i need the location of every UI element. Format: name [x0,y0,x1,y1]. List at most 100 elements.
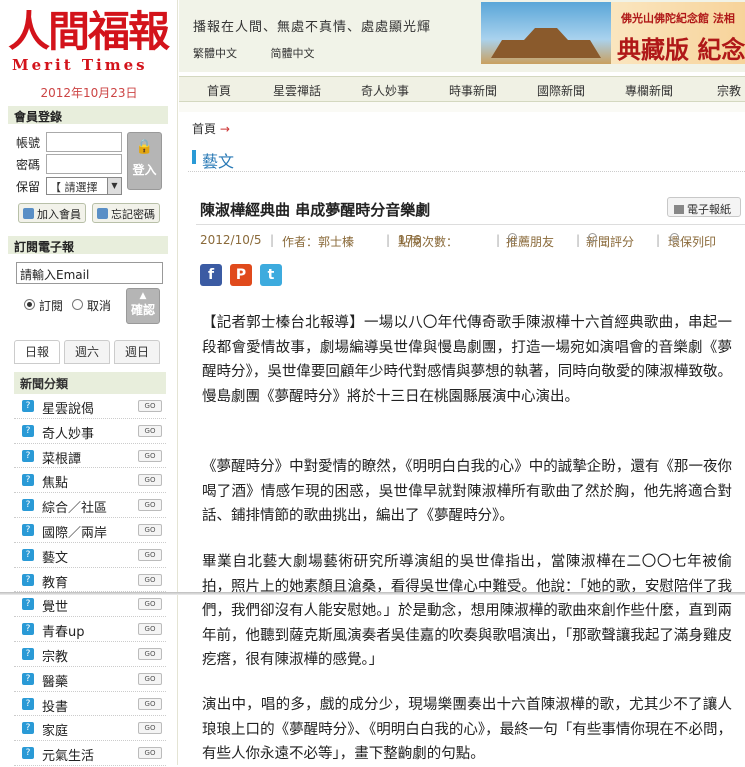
news-category-item[interactable]: ? 青春up GO [14,617,166,642]
breadcrumb-arrow-icon: → [219,122,230,136]
ad-banner[interactable]: 佛光山佛陀紀念館 法相 典藏版 紀念 [481,2,745,64]
news-category-item[interactable]: ? 家庭 GO [14,716,166,742]
tab-saturday[interactable]: 週六 [64,340,110,364]
cancel-radio[interactable] [72,299,83,310]
go-button[interactable]: GO [138,449,162,462]
go-button[interactable]: GO [138,623,162,636]
news-category-label[interactable]: 元氣生活 [42,745,94,764]
go-button[interactable]: GO [138,672,162,685]
section-bar-icon [192,150,196,164]
news-category-item[interactable]: ? 奇人妙事 GO [14,419,166,444]
news-category-label[interactable]: 菜根譚 [42,448,81,467]
article-date: 2012/10/5 [200,233,262,247]
logo-english: Merit Times [12,56,148,74]
enews-button[interactable]: 電子報紙 [667,197,741,217]
lang-traditional-link[interactable]: 繁體中文 [193,47,237,60]
go-button[interactable]: GO [138,573,162,586]
subscribe-label: 訂閱 [39,299,64,313]
news-category-label[interactable]: 醫藥 [42,671,68,690]
news-category-item[interactable]: ? 覺世 GO [14,592,166,618]
news-category-item[interactable]: ? 教育 GO [14,568,166,593]
confirm-button[interactable]: ▲ 確認 [126,288,160,324]
news-category-item[interactable]: ? 投書 GO [14,692,166,717]
go-button[interactable]: GO [138,523,162,536]
news-category-item[interactable]: ? 藝文 GO [14,543,166,568]
go-button[interactable]: GO [138,747,162,760]
password-input[interactable] [46,154,122,174]
category-bullet-icon: ? [22,598,34,611]
join-member-button[interactable]: 加入會員 [18,203,86,223]
nav-international-news[interactable]: 國際新聞 [537,82,585,99]
tab-daily[interactable]: 日報 [14,340,60,364]
category-bullet-icon: ? [22,474,34,487]
news-category-item[interactable]: ? 菜根譚 GO [14,444,166,469]
news-category-label[interactable]: 國際／兩岸 [42,522,107,541]
news-category-label[interactable]: 星雲說偈 [42,398,94,417]
news-category-label[interactable]: 家庭 [42,720,68,739]
go-button[interactable]: GO [138,424,162,437]
news-category-label[interactable]: 綜合／社區 [42,497,107,516]
left-sidebar: 人間福報 Merit Times 2012年10月23日 會員登錄 帳號 密碼 … [0,0,178,766]
go-button[interactable]: GO [138,499,162,512]
nav-strange-stories[interactable]: 奇人妙事 [361,82,409,99]
join-icon [23,208,34,219]
category-bullet-icon: ? [22,400,34,412]
news-category-item[interactable]: ? 焦點 GO [14,468,166,494]
tab-sunday[interactable]: 週日 [114,340,160,364]
enews-button-label: 電子報紙 [687,203,731,216]
news-category-label[interactable]: 覺世 [42,596,68,615]
go-button[interactable]: GO [138,647,162,660]
subscribe-radio[interactable] [24,299,35,310]
category-bullet-icon: ? [22,499,34,512]
section-header: 藝文 [188,140,745,172]
forgot-password-label: 忘記密碼 [111,208,155,221]
breadcrumb-home-link[interactable]: 首頁 [192,122,216,136]
facebook-icon[interactable]: f [200,264,222,286]
site-logo[interactable]: 人間福報 Merit Times [8,6,170,78]
news-category-label[interactable]: 教育 [42,572,68,591]
go-button[interactable]: GO [138,722,162,735]
account-label: 帳號 [16,136,41,150]
news-category-item[interactable]: ? 星雲說偈 GO [14,394,166,419]
category-bullet-icon: ? [22,449,34,462]
logo-chinese: 人間福報 [8,7,170,56]
go-button[interactable]: GO [138,474,162,487]
news-category-label[interactable]: 青春up [42,621,85,640]
nav-chan-talk[interactable]: 星雲禪話 [273,82,321,99]
plurk-icon[interactable]: P [230,264,252,286]
news-category-list: 新聞分類 ? 星雲說偈 GO? 奇人妙事 GO? 菜根譚 GO? 焦點 GO? 綜合／社區 GO? 國… [14,372,166,766]
nav-home[interactable]: 首頁 [207,82,231,99]
breadcrumb: 首頁 → [192,120,230,137]
nav-current-news[interactable]: 時事新聞 [449,82,497,99]
news-category-header: 新聞分類 [14,372,166,394]
news-category-item[interactable]: ? 元氣生活 GO [14,741,166,766]
keep-login-select[interactable]: 【 請選擇 ▼ [46,177,122,195]
news-category-label[interactable]: 奇人妙事 [42,423,94,442]
go-button[interactable]: GO [138,598,162,611]
news-category-label[interactable]: 焦點 [42,472,68,491]
go-button[interactable]: GO [138,400,162,412]
slogan: 播報在人間、無處不真情、處處顯光輝 [193,20,432,35]
nav-column-news[interactable]: 專欄新聞 [625,82,673,99]
news-category-label[interactable]: 藝文 [42,547,68,566]
meta-separator: | [386,233,391,247]
account-input[interactable] [46,132,122,152]
news-category-item[interactable]: ? 醫藥 GO [14,667,166,692]
news-category-item[interactable]: ? 宗教 GO [14,642,166,667]
login-button[interactable]: 🔒 登入 [127,132,162,190]
forgot-password-button[interactable]: 忘記密碼 [92,203,160,223]
banner-line2: 典藏版 紀念 [617,35,745,64]
lang-simplified-link[interactable]: 简體中文 [271,47,315,60]
category-bullet-icon: ? [22,647,34,660]
news-category-item[interactable]: ? 國際／兩岸 GO [14,518,166,543]
news-category-label[interactable]: 宗教 [42,646,68,665]
twitter-icon[interactable]: t [260,264,282,286]
news-category-label[interactable]: 投書 [42,696,68,715]
go-button[interactable]: GO [138,548,162,561]
article-author: 作者：郭士榛 [282,235,355,249]
nav-religion[interactable]: 宗教 [717,82,741,99]
meta-separator: | [576,233,581,247]
go-button[interactable]: GO [138,697,162,710]
email-field[interactable]: 請輸入Email [16,262,163,284]
news-category-item[interactable]: ? 綜合／社區 GO [14,493,166,518]
